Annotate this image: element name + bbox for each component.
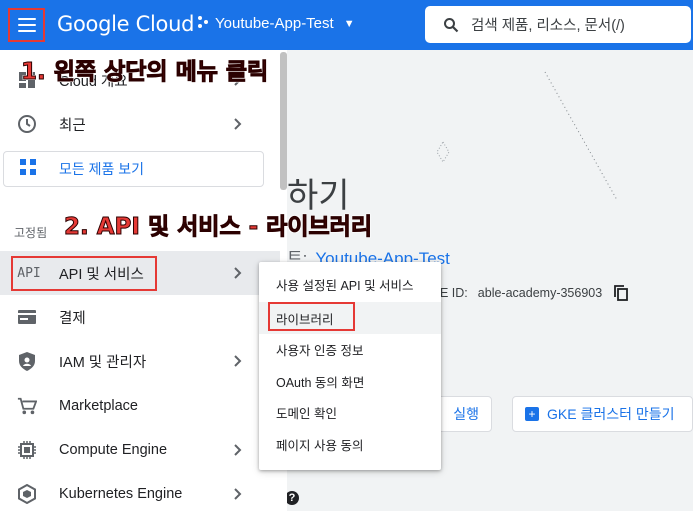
nav-item-iam-admin[interactable]: IAM 및 관리자 <box>0 339 280 383</box>
chip-icon <box>17 440 37 460</box>
submenu-item-page-usage-agreement[interactable]: 페이지 사용 동의 <box>259 428 441 460</box>
pinned-section-label: 고정됨 <box>14 226 48 240</box>
chevron-right-icon <box>234 355 242 367</box>
hexagon-icon <box>17 484 37 504</box>
create-gke-cluster-button[interactable]: + GKE 클러스터 만들기 <box>512 396 693 432</box>
view-all-products-label: 모든 제품 보기 <box>59 161 145 177</box>
project-id-info: E ID: able-academy-356903 <box>440 285 629 301</box>
main-menu-button[interactable] <box>8 8 45 42</box>
annotation-step-2: 2. API 및 서비스 - 라이브러리 <box>64 214 373 241</box>
run-button-label: 실행 <box>453 406 479 422</box>
help-icon[interactable]: ? <box>285 491 299 505</box>
library-highlight-box <box>268 302 355 331</box>
chevron-right-icon <box>234 118 242 130</box>
google-cloud-logo[interactable]: Google Cloud <box>57 12 194 36</box>
project-id-label: E ID: <box>440 286 468 300</box>
cart-icon <box>17 396 37 416</box>
nav-label: Marketplace <box>59 398 138 414</box>
submenu-item-enabled-apis[interactable]: 사용 설정된 API 및 서비스 <box>259 268 441 300</box>
caret-down-icon: ▼ <box>343 17 355 30</box>
search-icon <box>444 17 459 32</box>
nav-item-kubernetes-engine[interactable]: Kubernetes Engine <box>0 472 280 511</box>
api-services-submenu: 사용 설정된 API 및 서비스 라이브러리 사용자 인증 정보 OAuth 동… <box>259 262 441 470</box>
top-app-bar: Google Cloud Youtube-App-Test ▼ 검색 제품, 리… <box>0 0 693 50</box>
nav-label: 최근 <box>59 117 86 134</box>
gke-button-label: GKE 클러스터 만들기 <box>547 406 675 422</box>
billing-icon <box>17 307 37 327</box>
copy-icon[interactable] <box>614 285 629 301</box>
nav-item-marketplace[interactable]: Marketplace <box>0 384 280 428</box>
shield-icon <box>17 351 37 371</box>
project-hierarchy-icon <box>197 15 209 32</box>
submenu-item-oauth-consent[interactable]: OAuth 동의 화면 <box>259 365 441 397</box>
search-input[interactable]: 검색 제품, 리소스, 문서(/) <box>425 6 691 43</box>
hamburger-icon <box>17 18 36 32</box>
clock-icon <box>17 114 37 134</box>
scrollbar-thumb[interactable] <box>280 52 287 190</box>
nav-label: Compute Engine <box>59 442 168 458</box>
submenu-item-domain-verification[interactable]: 도메인 확인 <box>259 396 441 428</box>
project-id-value: able-academy-356903 <box>477 286 603 300</box>
chevron-right-icon <box>234 267 242 279</box>
nav-item-recent[interactable]: 최근 <box>0 102 280 146</box>
search-placeholder: 검색 제품, 리소스, 문서(/) <box>471 18 625 34</box>
project-name: Youtube-App-Test <box>215 15 334 32</box>
nav-item-compute-engine[interactable]: Compute Engine <box>0 428 280 472</box>
project-selector[interactable]: Youtube-App-Test ▼ <box>197 15 355 32</box>
chevron-right-icon <box>234 488 242 500</box>
nav-item-billing[interactable]: 결제 <box>0 295 280 339</box>
api-highlight-box <box>11 256 157 291</box>
plus-icon: + <box>525 407 539 421</box>
view-all-products-button[interactable]: 모든 제품 보기 <box>3 151 264 187</box>
grid-icon <box>20 158 36 180</box>
annotation-step-1: 1. 왼쪽 상단의 메뉴 클릭 <box>20 59 269 86</box>
nav-label: 결제 <box>59 310 86 327</box>
nav-label: Kubernetes Engine <box>59 486 183 502</box>
chevron-right-icon <box>234 444 242 456</box>
submenu-item-credentials[interactable]: 사용자 인증 정보 <box>259 333 441 365</box>
nav-label: IAM 및 관리자 <box>59 354 147 371</box>
